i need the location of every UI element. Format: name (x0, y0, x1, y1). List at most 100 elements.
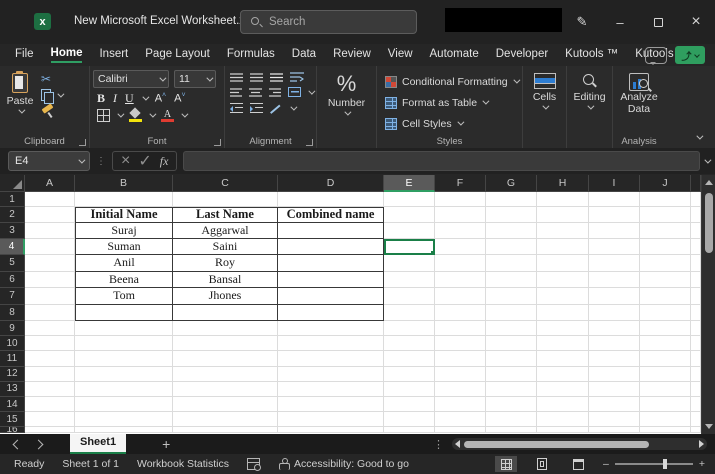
column-header[interactable]: F (435, 175, 486, 192)
menu-data[interactable]: Data (292, 48, 316, 62)
cell[interactable] (486, 305, 537, 322)
column-header[interactable]: A (25, 175, 75, 192)
next-sheet-icon[interactable] (34, 439, 44, 449)
select-all-corner[interactable] (0, 175, 25, 192)
column-header[interactable]: H (537, 175, 589, 192)
cell[interactable] (589, 367, 640, 382)
cell[interactable] (486, 255, 537, 272)
cell[interactable] (25, 288, 75, 305)
number-format-button[interactable]: % Number (328, 70, 365, 134)
cell[interactable] (25, 351, 75, 366)
row-header[interactable]: 1 (0, 192, 25, 207)
cell[interactable] (486, 412, 537, 427)
cell[interactable] (486, 382, 537, 397)
menu-automate[interactable]: Automate (430, 48, 479, 62)
cell[interactable] (384, 223, 435, 239)
cell[interactable] (691, 272, 701, 289)
cell[interactable] (589, 351, 640, 366)
cell[interactable] (486, 192, 537, 207)
cell[interactable] (435, 272, 486, 289)
cell[interactable] (173, 367, 278, 382)
cell[interactable] (537, 272, 589, 289)
cell[interactable] (435, 192, 486, 207)
cell[interactable]: Initial Name (75, 207, 173, 223)
cell[interactable] (173, 397, 278, 412)
cell[interactable] (25, 427, 75, 433)
cell[interactable] (589, 321, 640, 336)
menu-review[interactable]: Review (333, 48, 371, 62)
cell[interactable] (691, 427, 701, 433)
cell[interactable] (486, 288, 537, 305)
cell[interactable] (173, 305, 278, 322)
cell[interactable] (435, 305, 486, 322)
accessibility-status[interactable]: Accessibility: Good to go (278, 458, 409, 470)
cell[interactable] (435, 207, 486, 223)
cell[interactable] (278, 239, 384, 256)
cell[interactable] (173, 321, 278, 336)
menu-page-layout[interactable]: Page Layout (145, 48, 210, 62)
tab-overflow-dots[interactable]: ⋮ (433, 438, 444, 451)
cell[interactable] (640, 321, 691, 336)
cell[interactable] (537, 412, 589, 427)
cell[interactable] (589, 336, 640, 351)
cell[interactable] (537, 367, 589, 382)
menu-insert[interactable]: Insert (99, 48, 128, 62)
cell[interactable] (384, 427, 435, 433)
cell[interactable]: Jhones (173, 288, 278, 305)
increase-font-button[interactable]: A˄ (155, 92, 166, 105)
zoom-in-button[interactable]: + (699, 458, 705, 470)
cell[interactable] (278, 351, 384, 366)
cell[interactable] (691, 288, 701, 305)
cell[interactable] (691, 412, 701, 427)
cell[interactable] (640, 288, 691, 305)
cell[interactable] (537, 382, 589, 397)
cell[interactable] (25, 223, 75, 239)
search-input[interactable]: Search (240, 10, 417, 34)
cell[interactable]: Roy (173, 255, 278, 272)
scroll-left-icon[interactable] (455, 440, 460, 448)
cell[interactable] (691, 255, 701, 272)
row-header[interactable]: 7 (0, 288, 25, 305)
cell[interactable] (75, 367, 173, 382)
vertical-scroll-thumb[interactable] (705, 193, 713, 253)
formula-input[interactable] (183, 151, 700, 171)
row-header[interactable]: 3 (0, 223, 25, 239)
zoom-slider[interactable] (615, 463, 693, 465)
cell[interactable] (25, 397, 75, 412)
cell[interactable] (537, 239, 589, 256)
format-painter-icon[interactable] (41, 105, 54, 118)
cell[interactable] (537, 288, 589, 305)
name-box[interactable]: E4 (8, 151, 90, 171)
cell[interactable]: Aggarwal (173, 223, 278, 239)
editing-button[interactable]: Editing (573, 70, 605, 134)
cell[interactable] (589, 207, 640, 223)
cut-icon[interactable]: ✂ (41, 72, 62, 86)
menu-view[interactable]: View (388, 48, 413, 62)
cell[interactable] (691, 397, 701, 412)
cell[interactable] (384, 255, 435, 272)
column-header[interactable]: B (75, 175, 173, 192)
cell[interactable] (75, 382, 173, 397)
cell[interactable] (75, 412, 173, 427)
cell[interactable] (278, 288, 384, 305)
row-header[interactable]: 9 (0, 321, 25, 336)
cell[interactable] (486, 351, 537, 366)
menu-home[interactable]: Home (51, 47, 83, 63)
cell[interactable] (537, 351, 589, 366)
cell[interactable] (384, 288, 435, 305)
cell[interactable] (75, 192, 173, 207)
cell[interactable] (589, 397, 640, 412)
cell[interactable] (278, 412, 384, 427)
cell[interactable] (278, 321, 384, 336)
cell[interactable]: Tom (75, 288, 173, 305)
cell[interactable] (640, 223, 691, 239)
cell[interactable] (537, 305, 589, 322)
column-header[interactable]: C (173, 175, 278, 192)
row-header[interactable]: 10 (0, 336, 25, 351)
cell[interactable] (691, 207, 701, 223)
cell[interactable] (537, 336, 589, 351)
cell[interactable] (173, 351, 278, 366)
row-header[interactable]: 6 (0, 272, 25, 289)
formula-bar-expand-icon[interactable] (704, 156, 711, 163)
cell[interactable] (537, 321, 589, 336)
